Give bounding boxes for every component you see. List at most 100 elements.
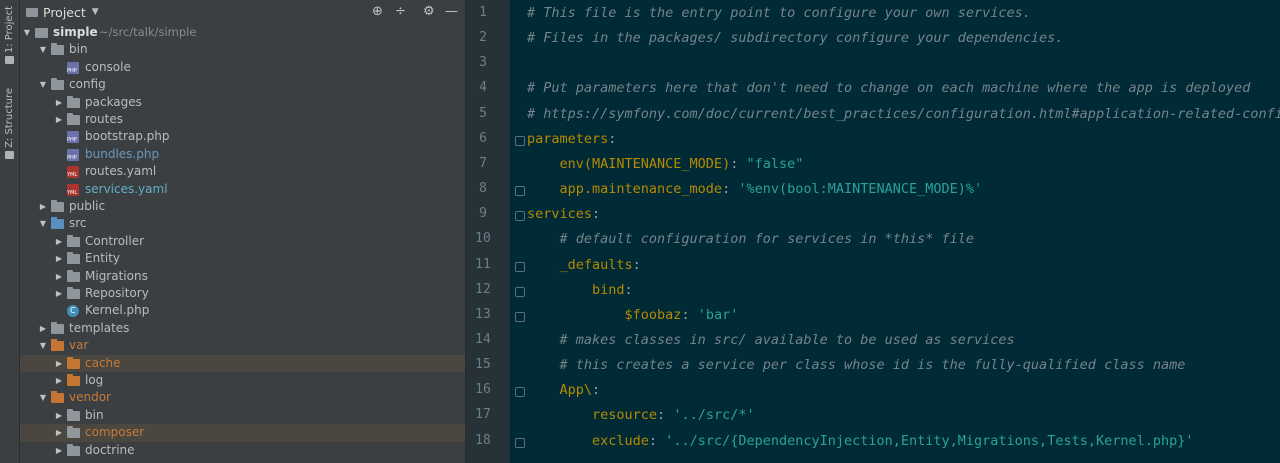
tab-project[interactable]: 1: Project <box>2 6 17 65</box>
code-token: '../src/*' <box>673 407 755 424</box>
tree-item[interactable]: ▶ Controller <box>20 233 465 250</box>
fold-marker-icon[interactable] <box>515 186 525 197</box>
code-line[interactable]: # default configuration for services in … <box>527 231 975 247</box>
line-number: 17 <box>475 407 491 423</box>
fold-marker-icon[interactable] <box>515 211 525 222</box>
tree-item-label: Kernel.php <box>85 303 150 318</box>
tree-item[interactable]: ▶ templates <box>20 320 465 337</box>
tree-item[interactable]: ▶ Entity <box>20 250 465 267</box>
tree-item[interactable]: Kernel.php <box>20 302 465 319</box>
code-line[interactable]: app.maintenance_mode: '%env(bool:MAINTEN… <box>527 181 983 197</box>
collapsed-arrow-icon[interactable]: ▶ <box>38 320 48 337</box>
fold-marker-icon[interactable] <box>515 135 525 146</box>
expanded-arrow-icon[interactable]: ▼ <box>38 76 48 93</box>
tree-item[interactable]: ▶ cache <box>20 354 465 372</box>
tree-item[interactable]: ▼ bin <box>20 41 465 58</box>
project-path: ~/src/talk/simple <box>99 25 197 39</box>
collapsed-arrow-icon[interactable]: ▶ <box>54 355 64 372</box>
expanded-arrow-icon[interactable]: ▼ <box>38 337 48 354</box>
collapse-all-icon[interactable]: ÷ <box>395 4 406 20</box>
collapsed-arrow-icon[interactable]: ▶ <box>54 442 64 459</box>
tree-item[interactable]: bootstrap.php <box>20 128 465 145</box>
collapsed-arrow-icon[interactable]: ▶ <box>54 407 64 424</box>
code-line[interactable]: # Files in the packages/ subdirectory co… <box>527 30 1063 46</box>
code-token: : <box>624 281 633 298</box>
line-number: 2 <box>479 30 487 46</box>
collapsed-arrow-icon[interactable]: ▶ <box>54 94 64 111</box>
tab-structure[interactable]: Z: Structure <box>2 88 17 159</box>
tree-item[interactable]: ▶ packages <box>20 94 465 111</box>
code-token: # https://symfony.com/doc/current/best_p… <box>527 105 1280 122</box>
code-line[interactable]: # this creates a service per class whose… <box>527 357 1186 374</box>
code-line[interactable]: exclude: '../src/{DependencyInjection,En… <box>527 433 1193 449</box>
class-file-icon <box>67 305 79 318</box>
collapsed-arrow-icon[interactable]: ▶ <box>54 285 64 302</box>
tree-item[interactable]: ▶ log <box>20 372 465 389</box>
tree-item[interactable]: ▶ routes <box>20 111 465 128</box>
folder-icon <box>67 269 80 282</box>
code-line[interactable]: parameters: <box>527 131 616 147</box>
tree-item-label: bundles.php <box>85 146 160 161</box>
tree-item[interactable]: ▶ Migrations <box>20 268 465 285</box>
gear-icon[interactable]: ⚙ <box>423 4 435 20</box>
collapsed-arrow-icon[interactable]: ▶ <box>54 268 64 285</box>
code-line[interactable]: services: <box>527 206 600 222</box>
tree-item[interactable]: ▶ bin <box>20 407 465 424</box>
fold-marker-icon[interactable] <box>515 437 525 448</box>
line-number: 10 <box>475 231 491 247</box>
folder-icon <box>51 321 64 334</box>
tree-item[interactable]: services.yaml <box>20 181 465 198</box>
expanded-arrow-icon[interactable]: ▼ <box>38 215 48 232</box>
collapsed-arrow-icon[interactable]: ▶ <box>54 111 64 128</box>
fold-marker-icon[interactable] <box>515 387 525 398</box>
tree-item[interactable]: ▼ vendor <box>20 389 465 406</box>
tree-item[interactable]: ▼ var <box>20 337 465 354</box>
php-file-icon <box>67 61 79 74</box>
line-number: 13 <box>475 306 491 322</box>
tree-item-label: src <box>69 216 87 231</box>
code-line[interactable]: bind: <box>527 282 633 298</box>
expanded-arrow-icon[interactable]: ▼ <box>22 24 32 41</box>
code-line[interactable]: App\: <box>527 382 601 399</box>
tree-item-label: packages <box>85 94 142 109</box>
fold-marker-icon[interactable] <box>515 286 525 297</box>
line-number: 1 <box>479 5 487 20</box>
tree-item[interactable]: routes.yaml <box>20 163 465 180</box>
fold-marker-icon[interactable] <box>515 261 525 272</box>
code-token: : <box>592 382 601 399</box>
code-line[interactable]: _defaults: <box>527 257 641 273</box>
fold-marker-icon[interactable] <box>515 311 525 322</box>
expanded-arrow-icon[interactable]: ▼ <box>38 389 48 406</box>
code-line[interactable]: $foobaz: 'bar' <box>527 306 739 323</box>
tree-item[interactable]: ▶ composer <box>20 424 465 442</box>
code-line[interactable]: # makes classes in src/ available to be … <box>527 332 1015 348</box>
collapsed-arrow-icon[interactable]: ▶ <box>54 424 64 441</box>
project-view-selector[interactable]: Project <box>43 5 86 20</box>
tree-item[interactable]: ▼ simple ~/src/talk/simple <box>20 24 465 41</box>
tree-item[interactable]: console <box>20 59 465 76</box>
minimize-icon[interactable]: — <box>445 4 458 20</box>
code-line[interactable]: resource: '../src/*' <box>527 407 755 423</box>
code-token: : <box>608 130 617 147</box>
code-token: $foobaz <box>527 306 682 323</box>
code-line[interactable]: # Put parameters here that don't need to… <box>527 80 1250 96</box>
chevron-down-icon[interactable]: ▼ <box>92 7 99 17</box>
code-editor[interactable]: # This file is the entry point to config… <box>510 0 1280 463</box>
code-line[interactable]: # This file is the entry point to config… <box>527 5 1031 21</box>
collapsed-arrow-icon[interactable]: ▶ <box>54 233 64 250</box>
code-token: : <box>681 306 698 323</box>
collapsed-arrow-icon[interactable]: ▶ <box>54 372 64 389</box>
collapsed-arrow-icon[interactable]: ▶ <box>38 198 48 215</box>
tree-item[interactable]: ▶ doctrine <box>20 442 465 459</box>
tree-item[interactable]: ▼ config <box>20 76 465 93</box>
tree-item[interactable]: ▶ public <box>20 198 465 215</box>
code-token: # this creates a service per class whose… <box>527 357 1186 374</box>
tree-item[interactable]: ▼ src <box>20 215 465 232</box>
expanded-arrow-icon[interactable]: ▼ <box>38 41 48 58</box>
code-line[interactable]: # https://symfony.com/doc/current/best_p… <box>527 106 1280 122</box>
tree-item[interactable]: bundles.php <box>20 146 465 163</box>
tree-item[interactable]: ▶ Repository <box>20 285 465 302</box>
code-line[interactable]: env(MAINTENANCE_MODE): "false" <box>527 156 804 172</box>
collapsed-arrow-icon[interactable]: ▶ <box>54 250 64 267</box>
scroll-from-source-icon[interactable]: ⊕ <box>372 4 383 20</box>
